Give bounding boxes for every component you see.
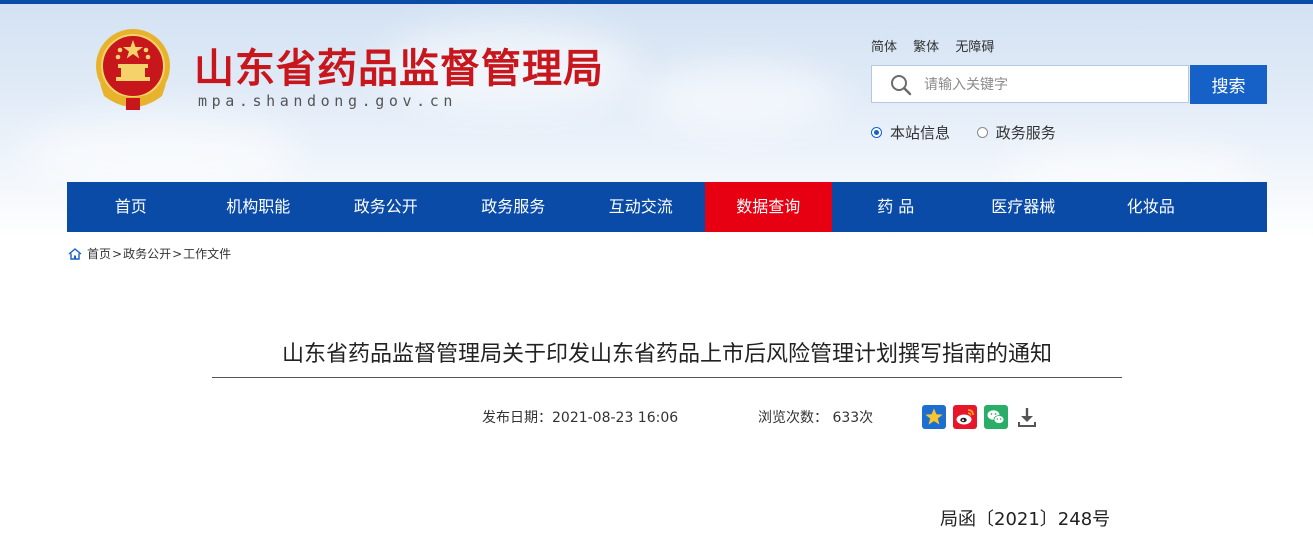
view-count-label: 浏览次数： — [758, 410, 828, 426]
weibo-icon[interactable] — [953, 405, 977, 429]
scope-label: 政务服务 — [995, 124, 1056, 142]
document-number: 局函〔2021〕248号 — [940, 509, 1111, 530]
nav-item-data-query[interactable]: 数据查询 — [704, 182, 832, 232]
accessibility-link[interactable]: 无障碍 — [955, 40, 994, 55]
cloud-decoration — [640, 64, 840, 134]
main-nav: 首页 机构职能 政务公开 政务服务 互动交流 数据查询 药 品 医疗器械 化妆品 — [67, 182, 1267, 232]
national-emblem-icon — [96, 29, 170, 110]
language-switcher: 简体 繁体 无障碍 — [871, 36, 1006, 55]
search-box — [871, 65, 1189, 103]
nav-item-interaction[interactable]: 互动交流 — [577, 182, 705, 232]
scope-label: 本站信息 — [890, 124, 951, 142]
title-divider — [212, 377, 1122, 378]
wechat-icon[interactable] — [984, 405, 1008, 429]
lang-traditional-link[interactable]: 繁体 — [913, 40, 939, 55]
search-input[interactable] — [922, 73, 1186, 97]
search-icon — [891, 75, 912, 96]
nav-item-organization[interactable]: 机构职能 — [195, 182, 323, 232]
breadcrumb-separator: > — [112, 246, 123, 261]
share-toolbar — [922, 405, 1046, 429]
publish-date-label: 发布日期： — [482, 410, 552, 426]
site-title: 山东省药品监督管理局 — [194, 46, 604, 92]
nav-item-gov-service[interactable]: 政务服务 — [450, 182, 578, 232]
radio-unchecked-icon — [976, 127, 988, 138]
home-icon — [68, 247, 82, 260]
site-domain: mpa.shandong.gov.cn — [198, 92, 457, 110]
breadcrumb-gov-disclosure-link[interactable]: 政务公开 — [123, 245, 171, 262]
lang-simplified-link[interactable]: 简体 — [871, 40, 897, 55]
breadcrumb-home-link[interactable]: 首页 — [87, 245, 111, 262]
scope-site-info-radio[interactable]: 本站信息 — [871, 122, 950, 143]
search-button[interactable]: 搜索 — [1190, 65, 1267, 104]
nav-item-medical-devices[interactable]: 医疗器械 — [960, 182, 1088, 232]
breadcrumb-separator: > — [172, 246, 183, 261]
download-icon[interactable] — [1015, 405, 1039, 429]
view-count: 浏览次数： 633次 — [758, 407, 873, 427]
nav-item-cosmetics[interactable]: 化妆品 — [1087, 182, 1215, 232]
breadcrumb-work-documents-link[interactable]: 工作文件 — [183, 245, 231, 262]
nav-item-home[interactable]: 首页 — [67, 182, 195, 232]
favorite-star-icon[interactable] — [922, 405, 946, 429]
view-count-value: 633次 — [832, 410, 874, 426]
publish-date: 发布日期：2021-08-23 16:06 — [482, 407, 678, 427]
nav-item-gov-disclosure[interactable]: 政务公开 — [322, 182, 450, 232]
scope-gov-service-radio[interactable]: 政务服务 — [976, 122, 1056, 143]
publish-date-value: 2021-08-23 16:06 — [552, 410, 679, 426]
breadcrumb: 首页 > 政务公开 > 工作文件 — [68, 245, 231, 262]
article-title: 山东省药品监督管理局关于印发山东省药品上市后风险管理计划撰写指南的通知 — [281, 342, 1052, 367]
search-scope-options: 本站信息 政务服务 — [871, 122, 1078, 143]
nav-item-drugs[interactable]: 药 品 — [832, 182, 960, 232]
radio-checked-icon — [871, 127, 882, 138]
